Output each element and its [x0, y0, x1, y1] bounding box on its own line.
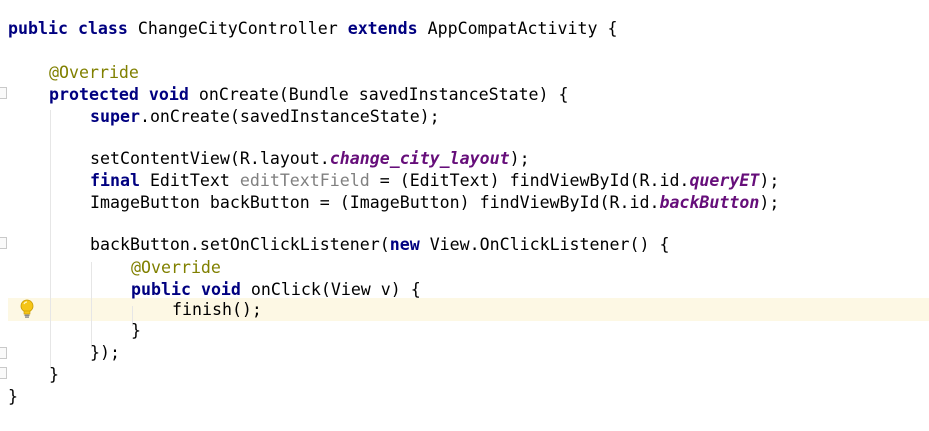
code-line-image-button[interactable]: ImageButton backButton = (ImageButton) f… [90, 192, 779, 214]
superclass-name: AppCompatActivity { [417, 19, 618, 38]
code-line-edit-text[interactable]: final EditText editTextField = (EditText… [90, 170, 779, 192]
code-line-closing-brace[interactable]: } [49, 364, 59, 386]
method-signature: onClick(View v) { [240, 280, 421, 299]
code-text: .onCreate(savedInstanceState); [139, 107, 440, 126]
code-line-set-content-view[interactable]: setContentView(R.layout.change_city_layo… [90, 148, 530, 170]
code-line-class-declaration[interactable]: public class ChangeCityController extend… [8, 18, 617, 40]
code-text: } [49, 365, 59, 384]
editor-gutter [0, 0, 8, 431]
keyword-public: public [131, 280, 191, 299]
code-text: } [131, 321, 141, 340]
static-field-id: queryET [689, 171, 760, 190]
caret-line-highlight [0, 298, 929, 321]
code-editor[interactable]: public class ChangeCityController extend… [0, 0, 929, 431]
fold-marker[interactable] [0, 87, 7, 99]
keyword-void: void [148, 85, 189, 104]
fold-marker[interactable] [0, 347, 7, 359]
code-line-super-call[interactable]: super.onCreate(savedInstanceState); [90, 106, 440, 128]
keyword-public: public [8, 19, 68, 38]
code-line-oncreate-signature[interactable]: protected void onCreate(Bundle savedInst… [49, 84, 569, 106]
code-line-set-onclick-listener[interactable]: backButton.setOnClickListener(new View.O… [90, 234, 669, 256]
code-line-closing-brace[interactable]: } [8, 386, 18, 408]
static-field-layout: change_city_layout [329, 149, 510, 168]
code-text: }); [90, 343, 120, 362]
code-text: EditText [139, 171, 240, 190]
keyword-void: void [200, 280, 241, 299]
code-line-closing-brace[interactable]: } [131, 320, 141, 342]
keyword-extends: extends [347, 19, 418, 38]
code-text: ); [759, 171, 780, 190]
lightbulb-icon[interactable] [18, 299, 36, 319]
code-text: View.OnClickListener() { [419, 235, 670, 254]
indent-guide [91, 262, 92, 348]
keyword-final: final [90, 171, 140, 190]
code-line-finish-call[interactable]: finish(); [172, 299, 262, 321]
code-line-closing-listener[interactable]: }); [90, 342, 120, 364]
code-text: ); [509, 149, 530, 168]
code-text: backButton.setOnClickListener( [90, 235, 390, 254]
code-text: } [8, 387, 18, 406]
code-text: ImageButton backButton = (ImageButton) f… [90, 193, 660, 212]
unused-variable: editTextField [239, 171, 370, 190]
code-text: ); [759, 193, 780, 212]
fold-marker[interactable] [0, 237, 7, 249]
fold-marker[interactable] [0, 367, 7, 379]
class-name: ChangeCityController [127, 19, 348, 38]
code-line-onclick-signature[interactable]: public void onClick(View v) { [131, 279, 421, 301]
annotation-override: @Override [49, 63, 139, 82]
code-line-override-annotation[interactable]: @Override [131, 257, 221, 279]
code-text: = (EditText) findViewById(R.id. [369, 171, 690, 190]
keyword-protected: protected [49, 85, 139, 104]
static-field-id: backButton [659, 193, 760, 212]
code-text: setContentView(R.layout. [90, 149, 330, 168]
code-line-override-annotation[interactable]: @Override [49, 62, 139, 84]
keyword-new: new [389, 235, 420, 254]
indent-guide [50, 110, 51, 368]
code-text: finish(); [172, 300, 262, 319]
annotation-override: @Override [131, 258, 221, 277]
keyword-super: super [90, 107, 140, 126]
keyword-class: class [77, 19, 128, 38]
method-signature: onCreate(Bundle savedInstanceState) { [188, 85, 569, 104]
